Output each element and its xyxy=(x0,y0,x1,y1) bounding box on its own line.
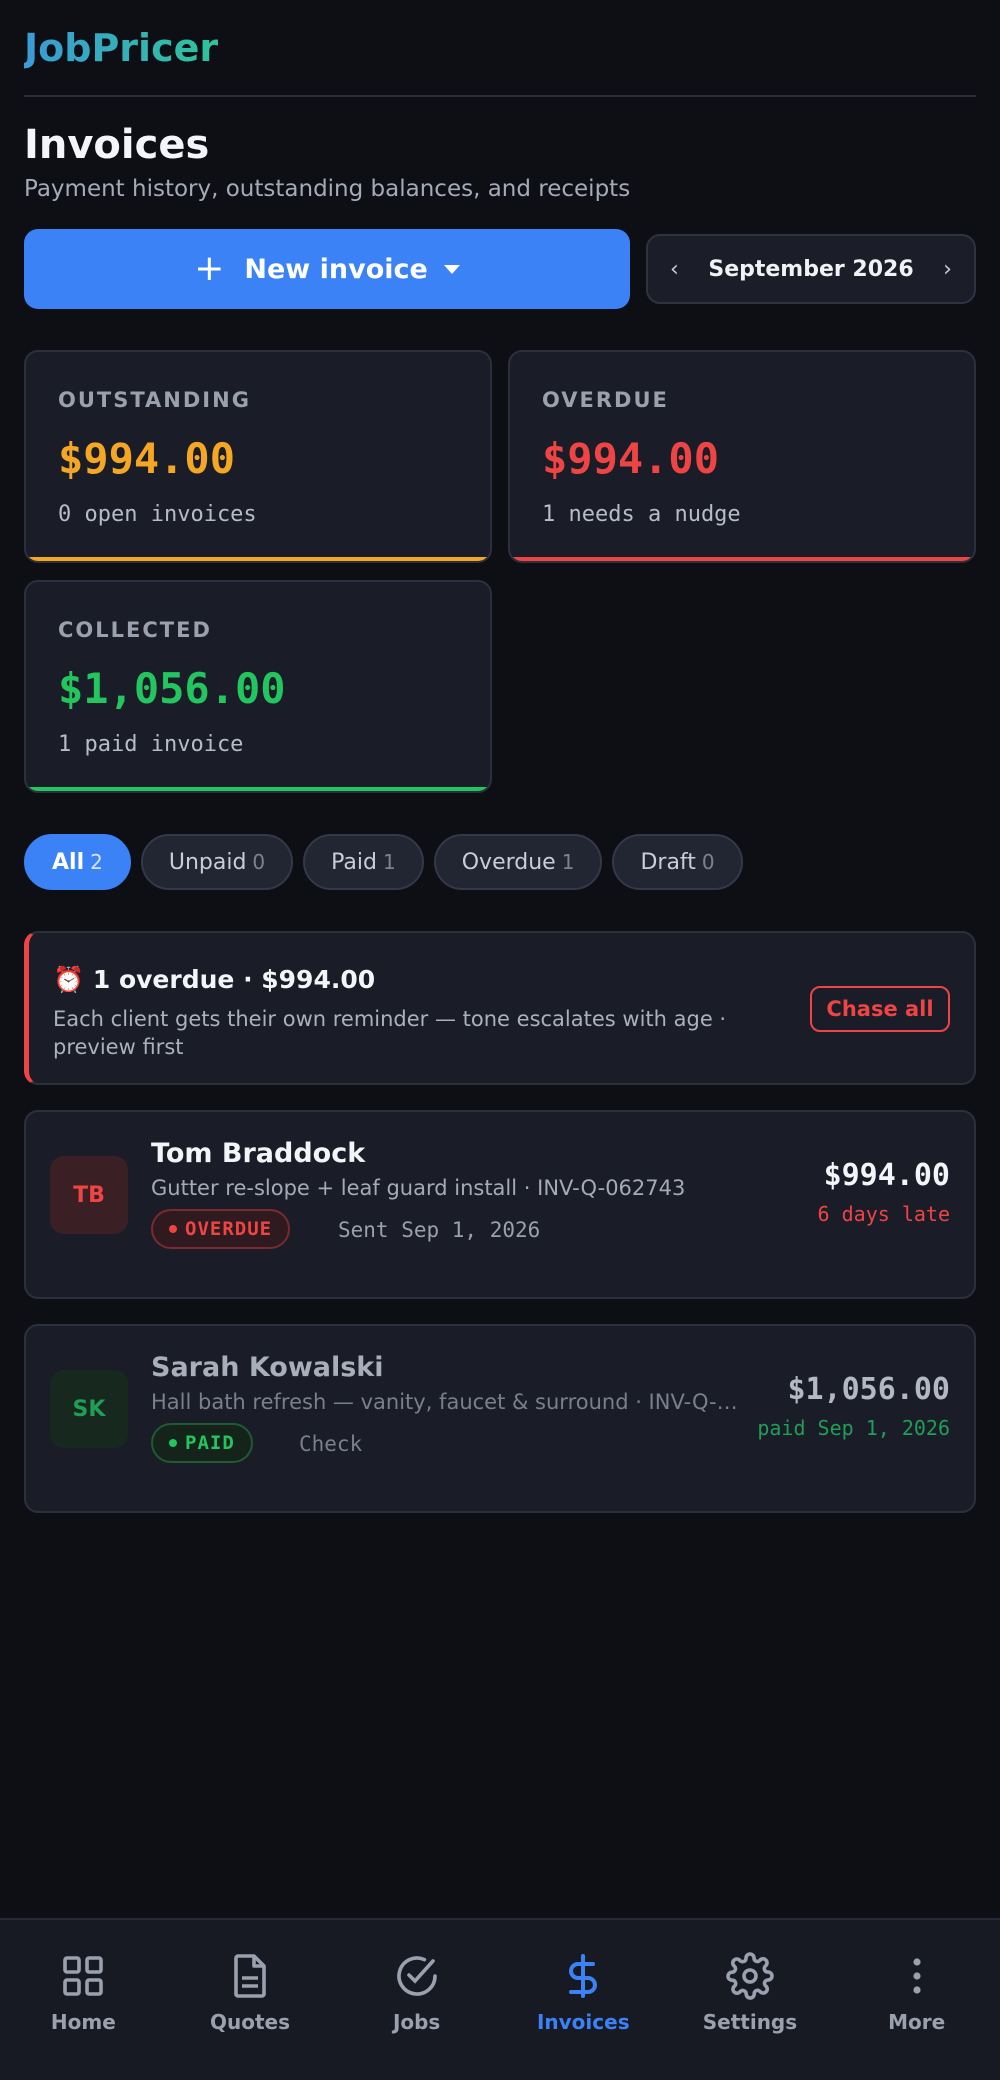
nav-label: Invoices xyxy=(536,2010,630,2034)
alert-description: Each client gets their own reminder — to… xyxy=(53,1007,727,1059)
new-invoice-button[interactable]: + New invoice xyxy=(24,229,630,309)
month-selector: ‹ September 2026 › xyxy=(646,234,976,304)
nav-jobs[interactable]: Jobs xyxy=(334,1952,500,2034)
nav-home[interactable]: Home xyxy=(0,1952,166,2034)
document-icon xyxy=(234,1954,266,1998)
invoice-amount: $1,056.00 xyxy=(787,1372,950,1407)
nav-invoices[interactable]: Invoices xyxy=(500,1952,666,2034)
filter-overdue[interactable]: Overdue 1 xyxy=(433,834,603,890)
stat-accent-bar xyxy=(26,787,490,791)
stat-label: COLLECTED xyxy=(58,618,212,642)
nav-quotes[interactable]: Quotes xyxy=(167,1952,333,2034)
chase-all-button[interactable]: Chase all xyxy=(810,986,950,1032)
stat-label: OUTSTANDING xyxy=(58,388,251,412)
avatar: TB xyxy=(50,1156,128,1234)
page-title: Invoices xyxy=(24,122,210,168)
stat-value: $994.00 xyxy=(58,434,236,483)
alert-title: ⏰ 1 overdue · $994.00 xyxy=(53,965,376,994)
check-circle-icon xyxy=(396,1956,437,1996)
plus-icon: + xyxy=(194,248,225,289)
invoice-description: Hall bath refresh — vanity, faucet & sur… xyxy=(151,1390,741,1414)
stat-accent-bar xyxy=(510,557,974,561)
stat-note: 0 open invoices xyxy=(58,502,257,527)
grid-icon xyxy=(63,1956,104,1996)
nav-label: Settings xyxy=(702,2010,798,2034)
header-divider xyxy=(24,95,976,97)
filter-tabs: All 2 Unpaid 0 Paid 1 Overdue 1 Draft 0 xyxy=(24,834,743,890)
nav-more[interactable]: More xyxy=(834,1952,1000,2034)
nav-label: Home xyxy=(50,2010,116,2034)
overdue-alert: ⏰ 1 overdue · $994.00 Each client gets t… xyxy=(24,931,976,1085)
filter-all[interactable]: All 2 xyxy=(24,834,131,890)
gear-icon xyxy=(726,1952,774,2000)
prev-month-button[interactable]: ‹ xyxy=(670,257,679,282)
avatar: SK xyxy=(50,1370,128,1448)
invoice-meta: Sent Sep 1, 2026 xyxy=(338,1218,541,1242)
invoice-status-detail: paid Sep 1, 2026 xyxy=(757,1416,950,1440)
stat-card-collected[interactable]: COLLECTED $1,056.00 1 paid invoice xyxy=(24,580,492,793)
stat-note: 1 needs a nudge xyxy=(542,502,741,527)
new-invoice-label: New invoice xyxy=(244,253,428,285)
invoice-row[interactable]: SK Sarah Kowalski Hall bath refresh — va… xyxy=(24,1324,976,1513)
brand-logo[interactable]: JobPricer xyxy=(24,26,218,70)
stat-label: OVERDUE xyxy=(542,388,669,412)
invoice-meta: Check xyxy=(299,1432,363,1456)
dollar-icon xyxy=(569,1954,598,1998)
invoice-description: Gutter re-slope + leaf guard install · I… xyxy=(151,1176,686,1200)
client-name: Sarah Kowalski xyxy=(151,1352,384,1383)
invoice-amount: $994.00 xyxy=(823,1158,950,1193)
filter-draft[interactable]: Draft 0 xyxy=(612,834,743,890)
nav-label: Jobs xyxy=(392,2010,441,2034)
invoice-status-detail: 6 days late xyxy=(817,1202,950,1226)
more-vertical-icon xyxy=(913,1958,921,1994)
bottom-nav: Home Quotes Jobs Invoices Settings More xyxy=(0,1918,1000,2080)
month-label[interactable]: September 2026 xyxy=(708,257,913,282)
status-dot-icon xyxy=(169,1225,177,1233)
stat-card-outstanding[interactable]: OUTSTANDING $994.00 0 open invoices xyxy=(24,350,492,563)
nav-label: More xyxy=(888,2010,946,2034)
status-badge: PAID xyxy=(151,1423,253,1463)
stat-card-overdue[interactable]: OVERDUE $994.00 1 needs a nudge xyxy=(508,350,976,563)
page-subtitle: Payment history, outstanding balances, a… xyxy=(24,176,631,202)
stat-value: $1,056.00 xyxy=(58,664,286,713)
client-name: Tom Braddock xyxy=(151,1138,366,1169)
status-dot-icon xyxy=(169,1439,177,1447)
stat-accent-bar xyxy=(26,557,490,561)
invoice-row[interactable]: TB Tom Braddock Gutter re-slope + leaf g… xyxy=(24,1110,976,1299)
stat-note: 1 paid invoice xyxy=(58,732,244,757)
stat-value: $994.00 xyxy=(542,434,720,483)
next-month-button[interactable]: › xyxy=(943,257,952,282)
caret-down-icon xyxy=(443,264,460,274)
status-badge: OVERDUE xyxy=(151,1209,291,1249)
nav-settings[interactable]: Settings xyxy=(667,1952,833,2034)
alarm-clock-icon: ⏰ xyxy=(53,965,85,994)
nav-label: Quotes xyxy=(209,2010,290,2034)
filter-unpaid[interactable]: Unpaid 0 xyxy=(140,834,294,890)
filter-paid[interactable]: Paid 1 xyxy=(303,834,424,890)
